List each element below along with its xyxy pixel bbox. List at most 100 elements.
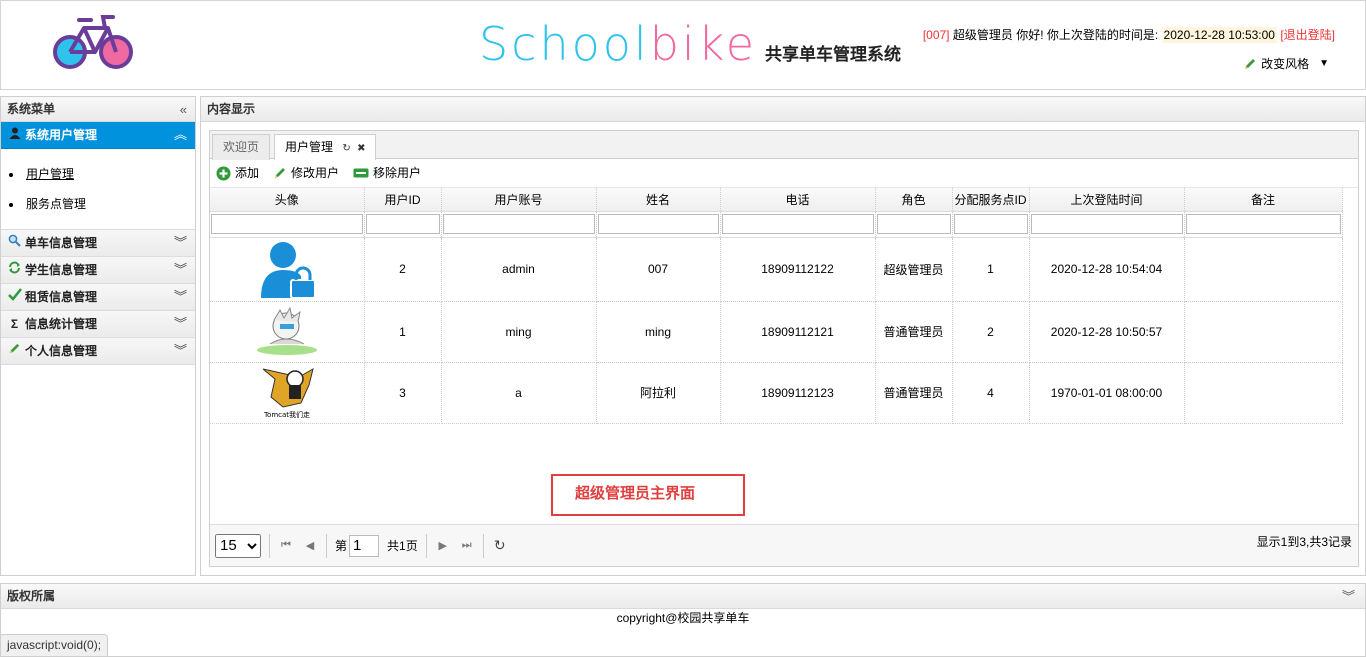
column-header[interactable]: 电话 bbox=[720, 188, 876, 212]
tomcat-avatar-icon: Tomcat我们走 bbox=[262, 367, 314, 419]
add-user-button[interactable]: 添加 bbox=[216, 159, 259, 187]
last-page-icon[interactable]: ⏭ bbox=[459, 539, 475, 552]
refresh-icon[interactable]: ↻ bbox=[492, 537, 508, 554]
table-row[interactable]: 1 ming ming 18909112121 普通管理员 2 2020-12-… bbox=[210, 301, 1343, 363]
remove-user-button[interactable]: 移除用户 bbox=[353, 159, 421, 187]
sidebar-item-service-points[interactable]: 服务点管理 bbox=[9, 193, 195, 223]
column-header[interactable]: 角色 bbox=[875, 188, 953, 212]
cell-last-login: 2020-12-28 10:54:04 bbox=[1029, 237, 1185, 302]
sidebar: 系统菜单 « 系统用户管理 ︽ 用户管理 服务点管理 单车信息管理 ︾ 学生信息… bbox=[0, 96, 196, 576]
avatar-cell bbox=[210, 237, 365, 302]
table-header-row: 头像 用户ID 用户账号 姓名 电话 角色 分配服务点ID 上次登陆时间 备注 bbox=[210, 188, 1343, 212]
pager-separator bbox=[425, 533, 427, 558]
filter-input[interactable] bbox=[442, 214, 595, 234]
footer-panel: 版权所属 ︾ copyright@校园共享单车 javascript:void(… bbox=[0, 583, 1366, 657]
refresh-icon bbox=[7, 257, 22, 283]
edit-user-label: 修改用户 bbox=[291, 166, 340, 180]
user-table: 头像 用户ID 用户账号 姓名 电话 角色 分配服务点ID 上次登陆时间 备注 bbox=[210, 188, 1343, 424]
chevron-up-icon[interactable]: ︽ bbox=[174, 122, 187, 148]
tab-welcome[interactable]: 欢迎页 bbox=[212, 134, 271, 160]
pager-separator bbox=[326, 533, 327, 558]
record-info: 显示1到3,共3记录 bbox=[1256, 535, 1352, 549]
sidebar-group-label: 信息统计管理 bbox=[25, 317, 98, 331]
pencil-icon bbox=[275, 168, 286, 178]
reload-tab-icon[interactable]: ↻ bbox=[342, 143, 350, 154]
filter-input[interactable] bbox=[721, 214, 874, 234]
cell-role: 普通管理员 bbox=[875, 362, 953, 424]
next-page-icon[interactable]: ▶ bbox=[435, 539, 451, 552]
sidebar-group-bike-info[interactable]: 单车信息管理 ︾ bbox=[1, 230, 195, 257]
tabs-container: 欢迎页 用户管理 ↻ ✖ 添加 修改用户 移除用户 头像 用户ID 用户账号 姓… bbox=[209, 130, 1359, 567]
footer-title-text: 版权所属 bbox=[7, 589, 56, 603]
add-icon bbox=[216, 166, 231, 180]
filter-input[interactable] bbox=[1185, 214, 1341, 234]
cell-note bbox=[1184, 301, 1343, 363]
remove-user-label: 移除用户 bbox=[373, 166, 422, 180]
cell-phone: 18909112122 bbox=[720, 237, 876, 302]
sidebar-group-rental-info[interactable]: 租赁信息管理 ︾ bbox=[1, 284, 195, 311]
chevron-down-icon[interactable]: ︾ bbox=[174, 257, 187, 283]
content-panel: 内容显示 欢迎页 用户管理 ↻ ✖ 添加 修改用户 移除用户 头像 用户ID 用… bbox=[200, 96, 1366, 576]
sidebar-group-label: 学生信息管理 bbox=[25, 263, 98, 277]
chevron-down-icon[interactable]: ︾ bbox=[174, 338, 187, 364]
sidebar-item-user-management[interactable]: 用户管理 bbox=[9, 163, 195, 193]
first-page-icon[interactable]: ⏮ bbox=[278, 539, 294, 552]
cell-account: admin bbox=[441, 237, 597, 302]
chevron-down-icon[interactable]: ︾ bbox=[174, 230, 187, 256]
column-header[interactable]: 头像 bbox=[210, 188, 365, 212]
prev-page-icon[interactable]: ◀ bbox=[302, 539, 318, 552]
collapse-sidebar-icon[interactable]: « bbox=[180, 97, 187, 122]
filter-input[interactable] bbox=[1030, 214, 1183, 234]
logout-link[interactable]: [退出登陆] bbox=[1280, 28, 1335, 42]
tab-user-management[interactable]: 用户管理 ↻ ✖ bbox=[274, 134, 377, 160]
page-size-select[interactable]: 15 bbox=[215, 533, 261, 558]
sidebar-group-student-info[interactable]: 学生信息管理 ︾ bbox=[1, 257, 195, 284]
sidebar-group-personal-info[interactable]: 个人信息管理 ︾ bbox=[1, 338, 195, 365]
theme-switcher[interactable]: 改变风格 ▼ bbox=[1243, 55, 1329, 72]
user-id: [007] bbox=[922, 28, 950, 42]
column-header[interactable]: 上次登陆时间 bbox=[1029, 188, 1185, 212]
cell-user-id: 1 bbox=[364, 301, 442, 363]
chevron-down-icon[interactable]: ︾ bbox=[1342, 584, 1355, 609]
filter-input[interactable] bbox=[597, 214, 719, 234]
tab-label: 欢迎页 bbox=[223, 140, 260, 154]
cell-station: 2 bbox=[952, 301, 1030, 363]
bike-logo-icon bbox=[53, 15, 133, 69]
column-header[interactable]: 分配服务点ID bbox=[952, 188, 1030, 212]
user-greeting: 超级管理员 你好! 你上次登陆的时间是: bbox=[952, 28, 1159, 42]
sidebar-item-label[interactable]: 用户管理 bbox=[26, 167, 74, 181]
column-header[interactable]: 用户账号 bbox=[441, 188, 597, 212]
sidebar-item-label[interactable]: 服务点管理 bbox=[26, 197, 86, 211]
cell-last-login: 2020-12-28 10:50:57 bbox=[1029, 301, 1185, 363]
filter-input[interactable] bbox=[953, 214, 1028, 234]
sidebar-title-text: 系统菜单 bbox=[7, 102, 56, 116]
anime-avatar-icon bbox=[256, 306, 317, 355]
page-number-input[interactable] bbox=[349, 534, 380, 557]
avatar-cell bbox=[210, 301, 365, 363]
sidebar-group-label: 系统用户管理 bbox=[25, 128, 98, 142]
pager-separator bbox=[269, 533, 270, 558]
cell-name: ming bbox=[596, 301, 721, 363]
table-row[interactable]: 2 admin 007 18909112122 超级管理员 1 2020-12-… bbox=[210, 237, 1343, 302]
sidebar-group-system-users[interactable]: 系统用户管理 ︽ bbox=[1, 122, 195, 149]
table-row[interactable]: Tomcat我们走 3 a 阿拉利 18909112123 普通管理员 4 19… bbox=[210, 362, 1343, 424]
chevron-down-icon[interactable]: ︾ bbox=[174, 311, 187, 337]
filter-input[interactable] bbox=[211, 214, 363, 234]
cell-station: 4 bbox=[952, 362, 1030, 424]
grid-toolbar: 添加 修改用户 移除用户 bbox=[210, 159, 1358, 188]
filter-input[interactable] bbox=[365, 214, 440, 234]
chevron-down-icon[interactable]: ︾ bbox=[174, 284, 187, 310]
close-tab-icon[interactable]: ✖ bbox=[357, 143, 365, 154]
sidebar-group-statistics[interactable]: Σ 信息统计管理 ︾ bbox=[1, 311, 195, 338]
browser-status-bar: javascript:void(0); bbox=[1, 634, 109, 656]
copyright-text: copyright@校园共享单车 bbox=[616, 611, 750, 625]
cell-phone: 18909112123 bbox=[720, 362, 876, 424]
filter-input[interactable] bbox=[876, 214, 951, 234]
sidebar-group-label: 单车信息管理 bbox=[25, 236, 98, 250]
column-header[interactable]: 姓名 bbox=[596, 188, 721, 212]
cell-user-id: 2 bbox=[364, 237, 442, 302]
column-header[interactable]: 用户ID bbox=[364, 188, 442, 212]
edit-user-button[interactable]: 修改用户 bbox=[273, 159, 339, 187]
column-header[interactable]: 备注 bbox=[1184, 188, 1343, 212]
last-login-time: 2020-12-28 10:53:00 bbox=[1161, 27, 1277, 43]
